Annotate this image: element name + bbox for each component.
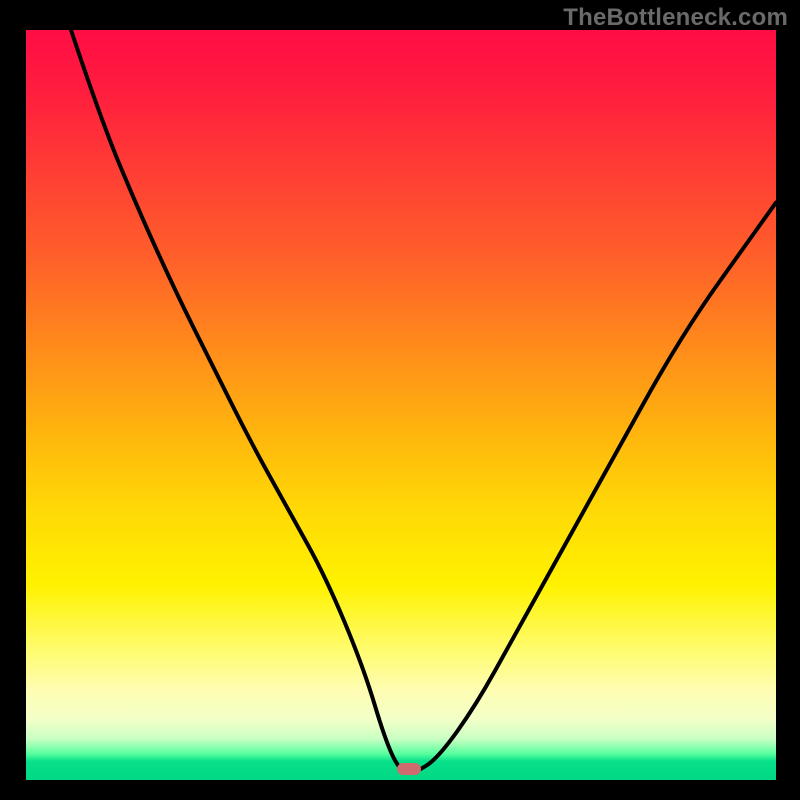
watermark-text: TheBottleneck.com bbox=[563, 4, 788, 32]
chart-plot-area bbox=[26, 30, 776, 780]
optimum-marker bbox=[397, 763, 421, 775]
chart-canvas: TheBottleneck.com bbox=[0, 0, 800, 800]
